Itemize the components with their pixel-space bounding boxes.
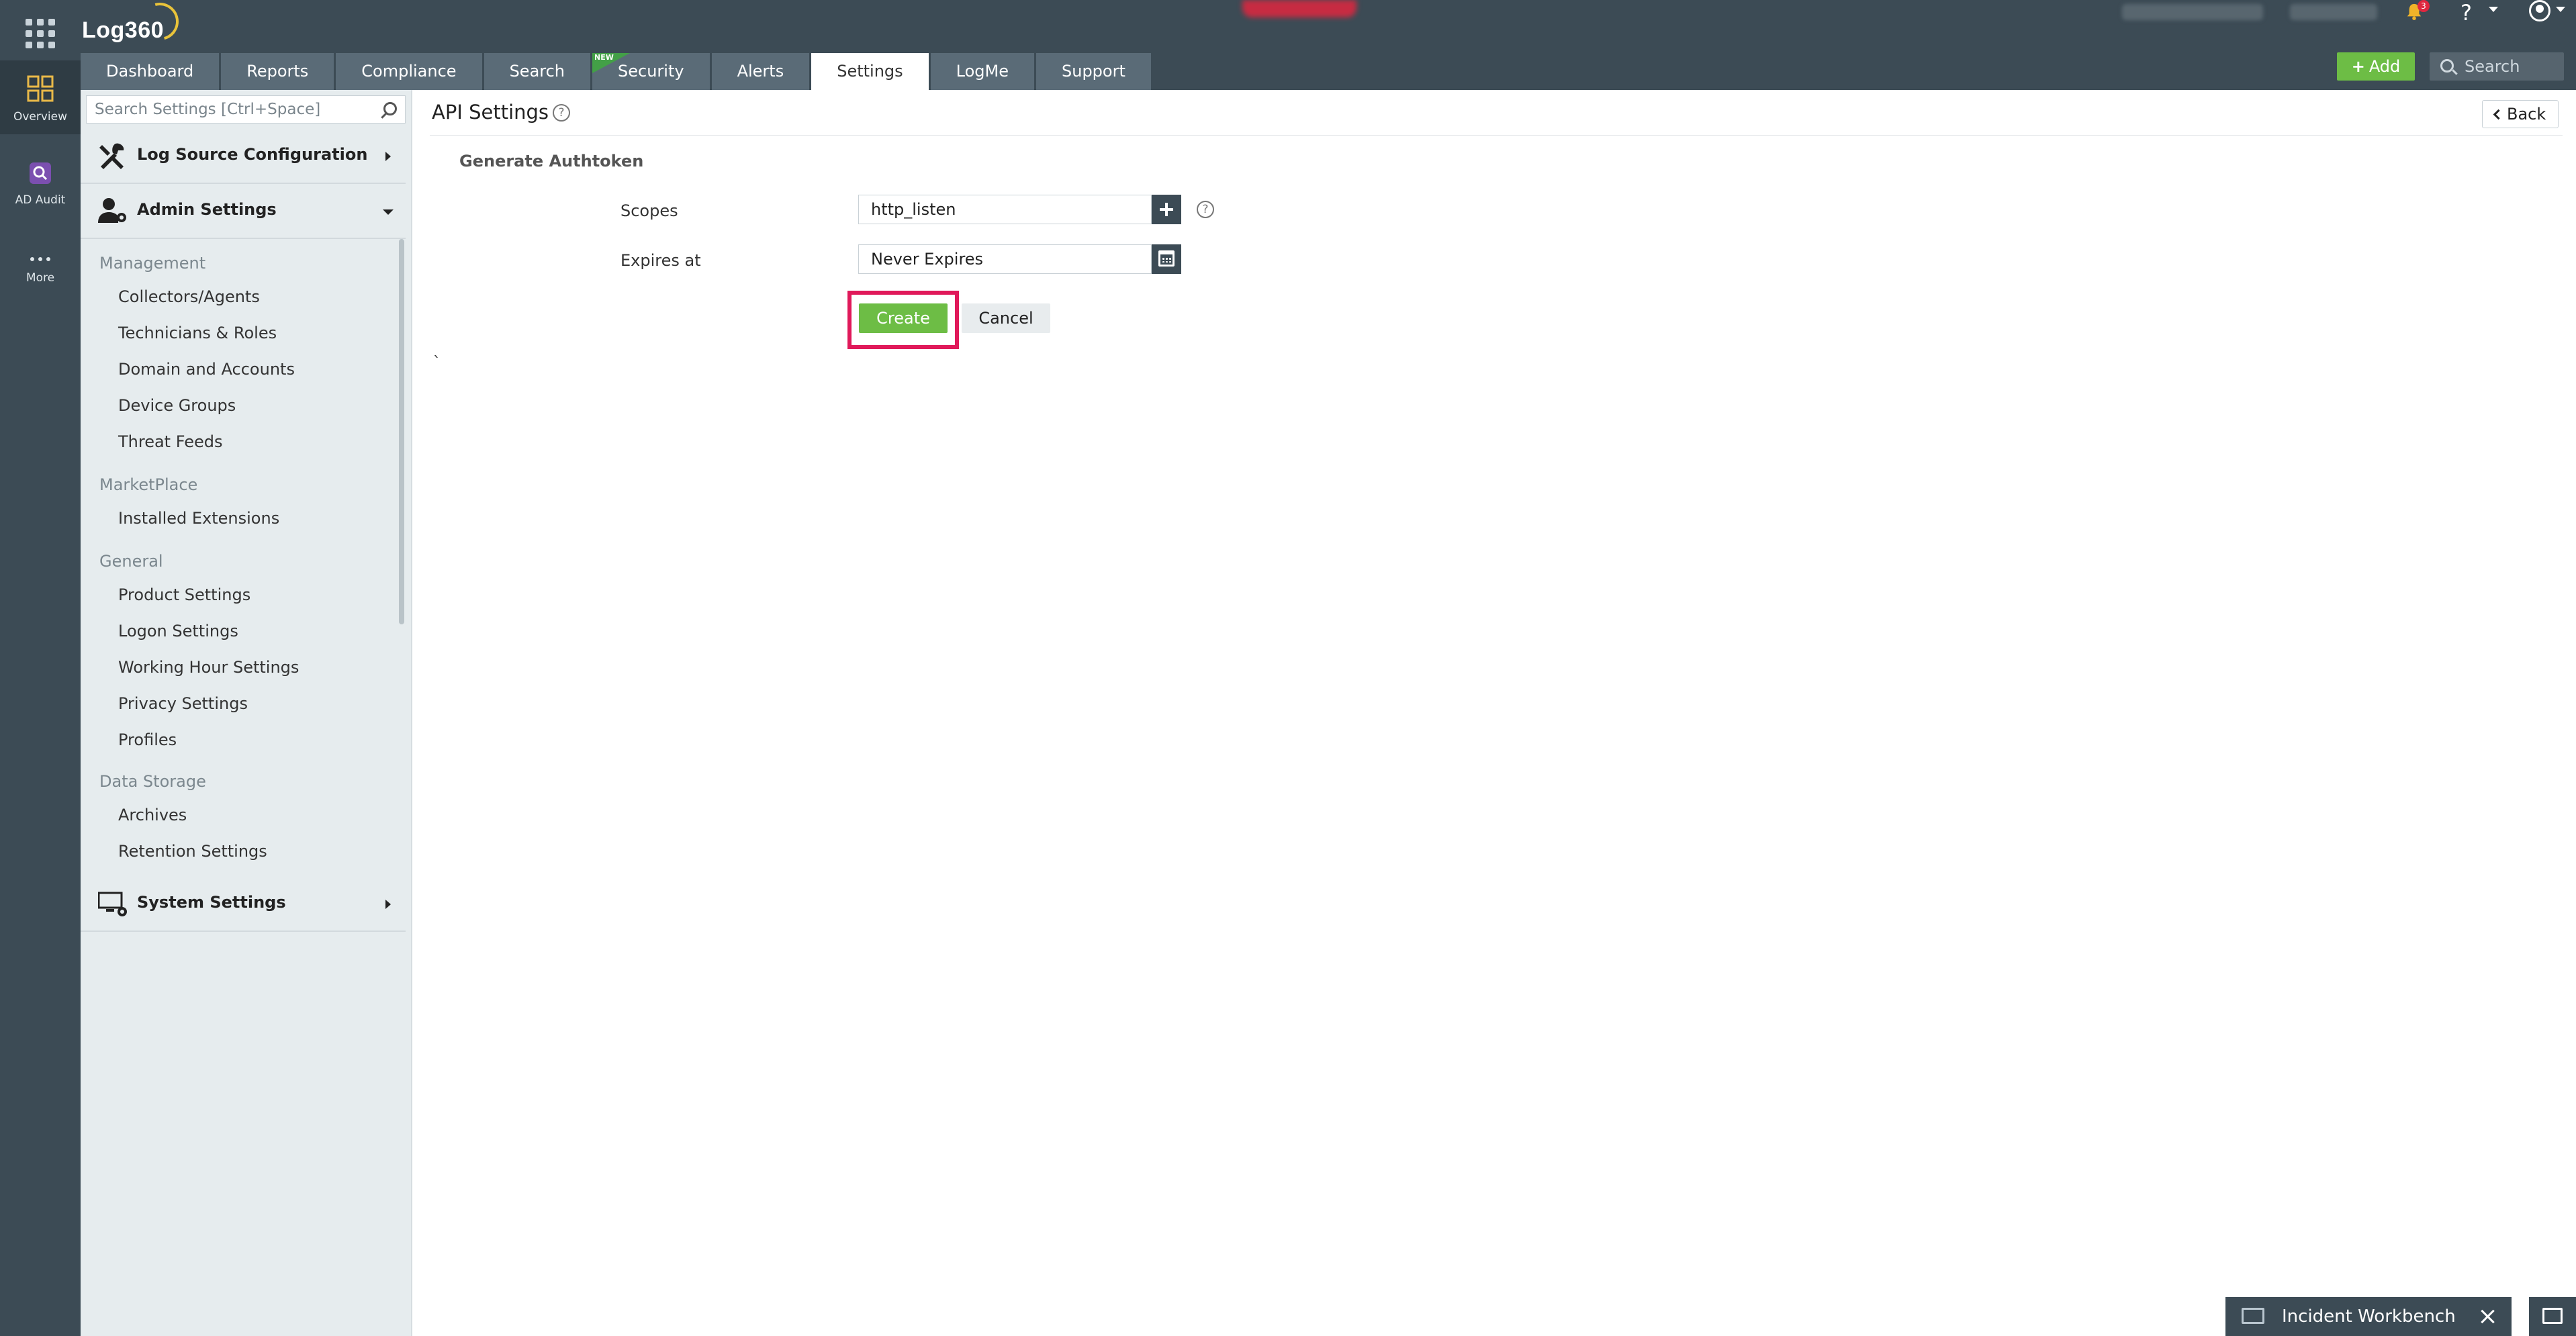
search-icon	[2440, 59, 2454, 73]
section-log-source-configuration[interactable]: Log Source Configuration	[81, 129, 406, 184]
group-label-general: General	[99, 552, 163, 571]
add-scope-button[interactable]	[1152, 195, 1181, 224]
add-button[interactable]: + Add	[2337, 52, 2415, 81]
title-divider	[430, 135, 2563, 136]
cancel-button[interactable]: Cancel	[962, 303, 1050, 333]
settings-sidebar: Search Settings [Ctrl+Space] Log Source …	[81, 90, 412, 1336]
main-tabs: Dashboard Reports Compliance Search NEW …	[81, 53, 1153, 90]
tab-dashboard[interactable]: Dashboard	[81, 53, 220, 90]
scopes-value: http_listen	[871, 200, 956, 219]
tab-security[interactable]: NEW Security	[592, 53, 710, 90]
incident-workbench-label: Incident Workbench	[2282, 1306, 2456, 1327]
settings-search-placeholder: Search Settings [Ctrl+Space]	[95, 101, 321, 118]
nav-item-archives[interactable]: Archives	[118, 806, 187, 824]
help-icon[interactable]: ?	[2460, 0, 2472, 26]
user-caret-icon[interactable]	[2556, 7, 2565, 12]
nav-item-logon-settings[interactable]: Logon Settings	[118, 622, 238, 640]
nav-item-device-groups[interactable]: Device Groups	[118, 396, 236, 415]
nav-item-privacy-settings[interactable]: Privacy Settings	[118, 694, 248, 713]
notification-badge: 3	[2418, 0, 2430, 12]
app-window: Overview AD Audit More Log360 3 ? Dashbo…	[0, 0, 2576, 1336]
section-title: Admin Settings	[137, 200, 277, 219]
chevron-left-icon	[2493, 109, 2504, 120]
rail-item-ad-audit[interactable]: AD Audit	[0, 161, 81, 222]
global-search-placeholder: Search	[2465, 57, 2520, 76]
group-label-management: Management	[99, 254, 206, 273]
top-bar: Log360 3 ? Dashboard Reports Compliance …	[81, 0, 2576, 90]
nav-item-working-hour-settings[interactable]: Working Hour Settings	[118, 658, 299, 677]
blurred-license-info	[2290, 4, 2377, 20]
create-button[interactable]: Create	[859, 303, 948, 333]
rail-label: AD Audit	[15, 193, 66, 207]
new-badge-label: NEW	[594, 53, 614, 62]
page-help-icon[interactable]: ?	[553, 104, 570, 122]
settings-search-input[interactable]: Search Settings [Ctrl+Space]	[86, 95, 406, 124]
blurred-user-info	[2122, 4, 2263, 20]
date-picker-button[interactable]	[1152, 244, 1181, 274]
ad-audit-icon	[30, 162, 51, 184]
tools-icon	[99, 143, 124, 169]
more-dots-icon	[30, 257, 50, 261]
global-search-input[interactable]: Search	[2430, 52, 2564, 81]
scopes-field[interactable]: http_listen	[858, 195, 1152, 224]
monitor-icon	[2242, 1308, 2264, 1324]
tab-support[interactable]: Support	[1036, 53, 1151, 90]
expires-at-field[interactable]: Never Expires	[858, 244, 1152, 274]
tab-settings[interactable]: Settings	[811, 53, 929, 90]
section-system-settings[interactable]: System Settings	[81, 877, 406, 932]
section-admin-settings[interactable]: Admin Settings	[81, 184, 406, 239]
rail-label: Overview	[13, 110, 68, 124]
tab-compliance[interactable]: Compliance	[336, 53, 482, 90]
back-label: Back	[2507, 105, 2546, 124]
search-icon	[383, 102, 397, 115]
expires-at-label: Expires at	[620, 251, 701, 270]
nav-item-installed-extensions[interactable]: Installed Extensions	[118, 509, 279, 528]
nav-item-profiles[interactable]: Profiles	[118, 730, 177, 749]
grid-dashboard-icon	[27, 75, 54, 102]
nav-item-threat-feeds[interactable]: Threat Feeds	[118, 432, 222, 451]
nav-item-technicians-roles[interactable]: Technicians & Roles	[118, 324, 277, 342]
nav-item-retention-settings[interactable]: Retention Settings	[118, 842, 267, 861]
incident-workbench-bar[interactable]: Incident Workbench	[2225, 1297, 2512, 1336]
nav-item-domain-accounts[interactable]: Domain and Accounts	[118, 360, 295, 379]
calendar-icon	[1158, 250, 1175, 267]
left-rail: Overview AD Audit More	[0, 0, 81, 1336]
back-button[interactable]: Back	[2482, 100, 2559, 128]
system-monitor-gear-icon	[98, 892, 127, 916]
scopes-label: Scopes	[620, 201, 678, 220]
stray-mark: `	[433, 354, 441, 371]
app-launcher-icon[interactable]	[26, 19, 55, 48]
plus-icon: +	[2351, 57, 2365, 76]
group-label-data-storage: Data Storage	[99, 772, 206, 791]
tab-alerts[interactable]: Alerts	[711, 53, 810, 90]
expand-arrow-icon	[385, 152, 391, 161]
tab-search[interactable]: Search	[484, 53, 591, 90]
section-title: Log Source Configuration	[137, 145, 368, 164]
page-title: API Settings	[432, 101, 549, 124]
help-caret-icon[interactable]	[2489, 7, 2498, 12]
admin-user-gear-icon	[98, 198, 126, 223]
rail-item-overview[interactable]: Overview	[0, 60, 81, 134]
nav-item-product-settings[interactable]: Product Settings	[118, 585, 250, 604]
expires-at-value: Never Expires	[871, 250, 984, 269]
tab-reports[interactable]: Reports	[221, 53, 334, 90]
collapse-arrow-icon	[383, 209, 394, 215]
chat-button[interactable]	[2529, 1297, 2576, 1336]
nav-item-collectors-agents[interactable]: Collectors/Agents	[118, 287, 260, 306]
add-label: Add	[2368, 57, 2401, 76]
group-label-marketplace: MarketPlace	[99, 475, 198, 494]
form-title: Generate Authtoken	[459, 152, 644, 171]
tab-logme[interactable]: LogMe	[930, 53, 1034, 90]
chat-bubble-icon	[2542, 1308, 2563, 1324]
user-avatar-icon[interactable]	[2529, 0, 2550, 21]
close-icon[interactable]	[2479, 1308, 2495, 1324]
section-title: System Settings	[137, 893, 286, 912]
expand-arrow-icon	[385, 900, 391, 909]
scopes-help-icon[interactable]: ?	[1197, 201, 1214, 218]
tab-label: Security	[618, 62, 684, 81]
alert-banner[interactable]	[1242, 0, 1356, 17]
rail-label: More	[26, 271, 55, 285]
sidebar-scrollbar[interactable]	[399, 239, 404, 624]
rail-item-more[interactable]: More	[0, 255, 81, 309]
